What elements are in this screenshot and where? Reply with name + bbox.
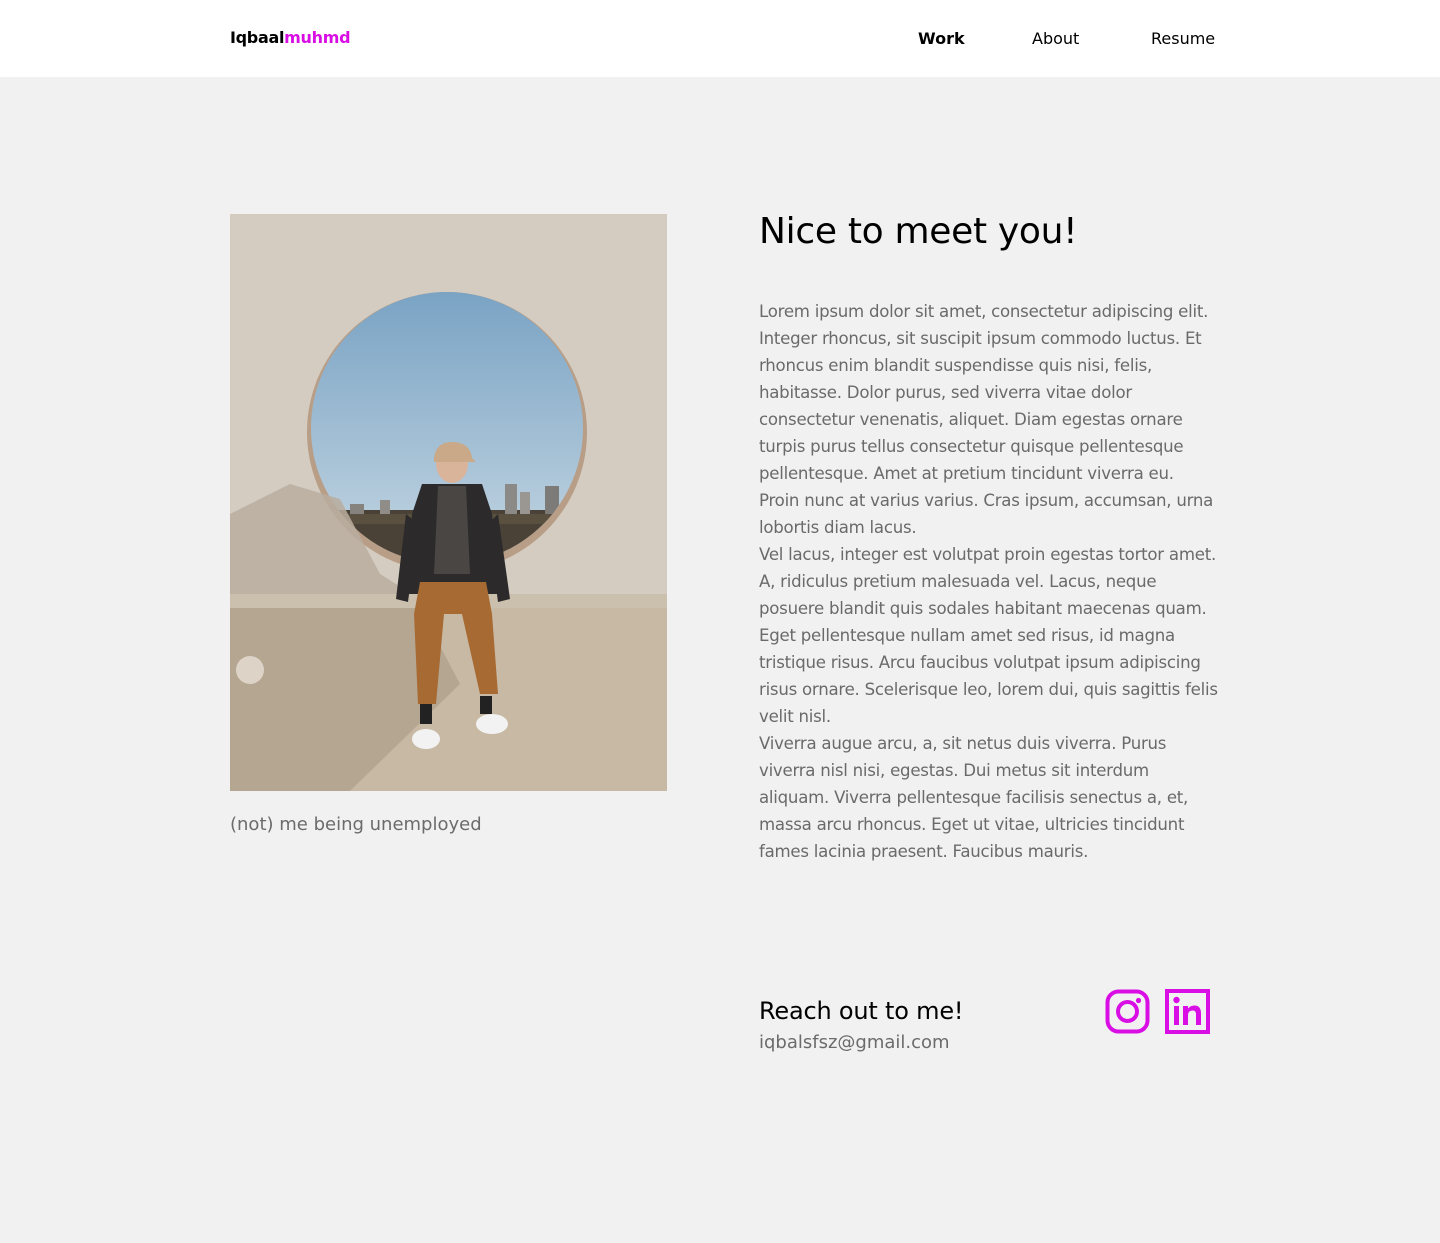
nav-link-about[interactable]: About: [1032, 28, 1079, 50]
photo-illustration: [230, 214, 667, 791]
top-navbar: Iqbaalmuhmd Work About Resume: [0, 0, 1440, 77]
about-bio: Lorem ipsum dolor sit amet, consectetur …: [759, 298, 1219, 865]
linkedin-glyph: [1165, 989, 1210, 1034]
bio-paragraph: Viverra augue arcu, a, sit netus duis vi…: [759, 734, 1189, 861]
contact-heading: Reach out to me!: [759, 997, 964, 1025]
about-heading: Nice to meet you!: [759, 211, 1078, 252]
email-link[interactable]: iqbalsfsz@gmail.com: [759, 1031, 950, 1055]
site-logo[interactable]: Iqbaalmuhmd: [230, 27, 351, 49]
logo-second-part: muhmd: [284, 28, 351, 47]
linkedin-icon[interactable]: [1165, 989, 1210, 1034]
bio-paragraph: Vel lacus, integer est volutpat proin eg…: [759, 545, 1218, 726]
nav-link-work[interactable]: Work: [918, 28, 965, 50]
instagram-icon[interactable]: [1105, 989, 1150, 1034]
profile-photo: [230, 214, 667, 791]
instagram-glyph: [1105, 989, 1150, 1034]
logo-first-part: Iqbaal: [230, 28, 285, 47]
photo-caption: (not) me being unemployed: [230, 814, 482, 835]
bio-paragraph: Lorem ipsum dolor sit amet, consectetur …: [759, 302, 1214, 537]
nav-link-resume[interactable]: Resume: [1151, 28, 1215, 50]
